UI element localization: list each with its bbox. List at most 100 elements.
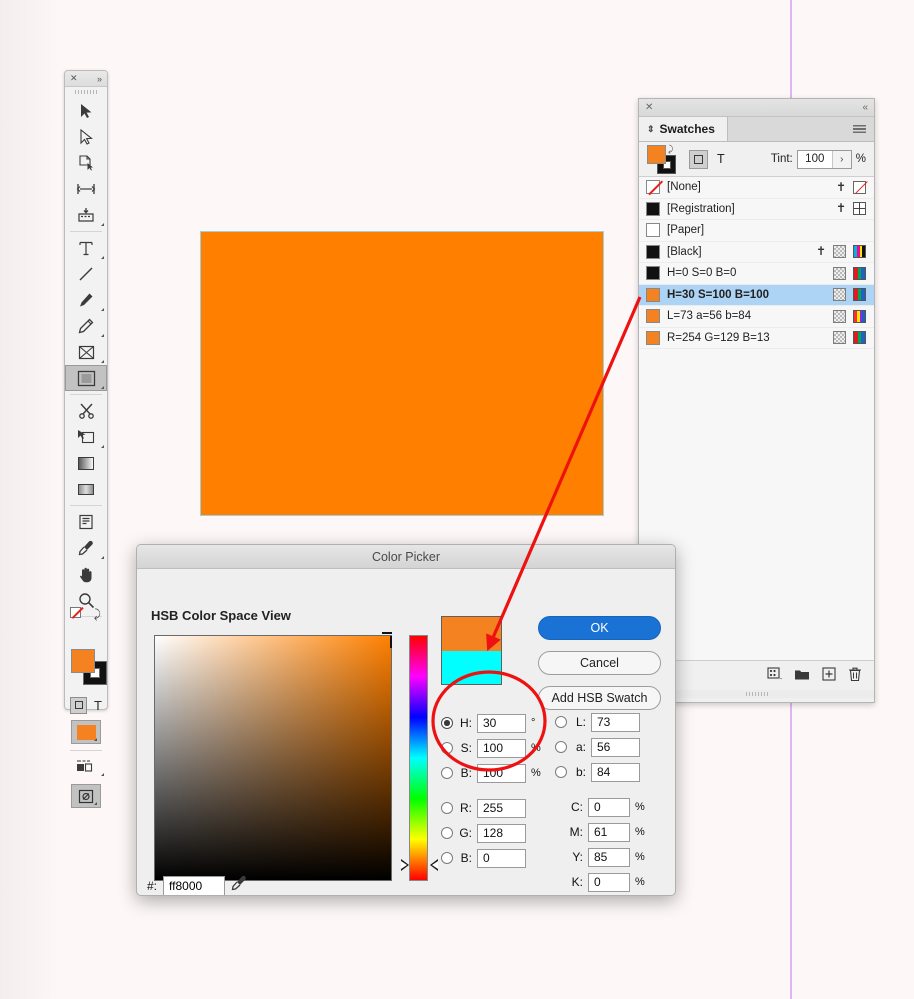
tool-flyout-arrow[interactable] <box>94 802 97 805</box>
page-tool[interactable] <box>65 150 107 176</box>
tool-flyout-arrow[interactable] <box>101 223 104 226</box>
color-field-input[interactable]: 100 <box>477 763 526 783</box>
tool-flyout-arrow[interactable] <box>101 773 104 776</box>
color-preview[interactable] <box>441 616 502 685</box>
hue-slider-handle-right[interactable] <box>430 859 438 871</box>
color-field-row[interactable]: C: 0% <box>569 797 645 817</box>
pin-icon[interactable]: ✝ <box>816 245 826 258</box>
collapse-icon[interactable]: « <box>862 102 868 113</box>
color-field-input[interactable]: 73 <box>591 712 640 732</box>
close-icon[interactable]: ✕ <box>645 102 653 113</box>
fill-color-swatch[interactable] <box>71 649 95 673</box>
color-field-input[interactable]: 30 <box>477 713 526 733</box>
swatch-row[interactable]: [None] ✝ <box>639 177 874 199</box>
color-field-row[interactable]: B: 100% <box>441 763 541 783</box>
apply-color-button[interactable] <box>71 720 101 744</box>
type-tool[interactable] <box>65 235 107 261</box>
color-field-row[interactable]: a: 56 <box>555 737 645 757</box>
tool-flyout-arrow[interactable] <box>101 308 104 311</box>
swap-fill-stroke-icon[interactable]: ⤸ <box>94 607 101 622</box>
apply-color-row[interactable] <box>65 720 107 744</box>
color-field-row[interactable]: b: 84 <box>555 762 645 782</box>
tools-panel-header[interactable]: ✕ » <box>65 71 107 87</box>
gap-tool[interactable] <box>65 176 107 202</box>
tint-control[interactable]: Tint: 100 › % <box>771 149 866 169</box>
formatting-affects-text-icon[interactable]: T <box>94 698 102 713</box>
swatches-panel-tabbar[interactable]: ⇕ Swatches <box>639 117 874 142</box>
ok-button[interactable]: OK <box>538 616 661 640</box>
color-field-input[interactable]: 100 <box>477 738 526 758</box>
direct-selection-tool[interactable] <box>65 124 107 150</box>
pin-icon[interactable]: ✝ <box>836 180 846 194</box>
swatch-row[interactable]: R=254 G=129 B=13 <box>639 328 874 349</box>
swatch-color-chip[interactable] <box>646 287 660 302</box>
swatch-color-chip[interactable] <box>646 223 660 238</box>
sv-field-cursor[interactable] <box>382 632 392 648</box>
color-mode-radio[interactable] <box>441 802 453 814</box>
swatch-row[interactable]: [Paper] <box>639 220 874 242</box>
tint-tile-icon[interactable] <box>833 331 846 345</box>
note-tool[interactable] <box>65 509 107 535</box>
color-field-input[interactable]: 56 <box>591 737 640 757</box>
free-transform-tool[interactable] <box>65 424 107 450</box>
color-field-input[interactable]: 255 <box>477 798 526 818</box>
new-swatch-icon[interactable] <box>822 667 836 684</box>
view-mode-normal-button[interactable] <box>65 754 107 778</box>
tools-panel[interactable]: ✕ » ⤸ T <box>64 70 109 808</box>
tool-flyout-arrow[interactable] <box>101 256 104 259</box>
swatch-color-chip[interactable] <box>646 180 660 195</box>
color-field-row[interactable]: Y: 85% <box>569 847 645 867</box>
rgb-icon[interactable] <box>853 331 866 345</box>
color-field-row[interactable]: M: 61% <box>569 822 645 842</box>
rgb-icon[interactable] <box>853 288 866 302</box>
expand-collapse-icon[interactable]: » <box>97 74 102 84</box>
hand-tool[interactable] <box>65 561 107 587</box>
rectangle-tool[interactable] <box>65 365 107 391</box>
formatting-affects-row[interactable]: T <box>65 693 107 717</box>
color-field-row[interactable]: R: 255 <box>441 798 531 818</box>
tint-input[interactable]: 100 › <box>796 149 852 169</box>
close-icon[interactable]: ✕ <box>70 73 78 84</box>
swatches-toolbar[interactable]: ⤸ T Tint: 100 › % <box>639 142 874 177</box>
formatting-affects-container-icon[interactable] <box>689 149 708 169</box>
color-field-input[interactable]: 0 <box>588 797 630 817</box>
pencil-tool[interactable] <box>65 313 107 339</box>
swatch-row[interactable]: H=0 S=0 B=0 <box>639 263 874 285</box>
color-field-row[interactable]: G: 128 <box>441 823 531 843</box>
hex-row[interactable]: #: ff8000 <box>147 875 247 895</box>
tool-flyout-arrow[interactable] <box>101 445 104 448</box>
swatches-panel-titlebar[interactable]: ✕ « <box>639 99 874 117</box>
gradient-feather-tool[interactable] <box>65 476 107 502</box>
color-field-row[interactable]: H: 30 ° <box>441 713 535 733</box>
swatch-color-chip[interactable] <box>646 244 660 259</box>
swatch-color-chip[interactable] <box>646 330 660 345</box>
rgb-icon[interactable] <box>853 266 866 280</box>
color-mode-radio[interactable] <box>441 852 453 864</box>
none-icon[interactable] <box>853 180 866 194</box>
swatch-color-chip[interactable] <box>646 266 660 281</box>
tool-flyout-arrow[interactable] <box>101 556 104 559</box>
formatting-affects-container-icon[interactable] <box>70 696 88 714</box>
color-picker-titlebar[interactable]: Color Picker <box>137 545 675 569</box>
swatch-row[interactable]: H=30 S=100 B=100 <box>639 284 874 306</box>
lab-icon[interactable] <box>853 309 866 323</box>
swatch-row[interactable]: [Registration] ✝ <box>639 199 874 220</box>
color-field-row[interactable]: S: 100% <box>441 738 541 758</box>
pin-icon[interactable]: ✝ <box>836 202 846 215</box>
swatch-row[interactable]: [Black] ✝ <box>639 242 874 263</box>
swatch-color-chip[interactable] <box>646 309 660 324</box>
apply-color-flyout-arrow[interactable] <box>94 738 97 741</box>
tool-flyout-arrow[interactable] <box>101 334 104 337</box>
color-field-input[interactable]: 84 <box>591 762 640 782</box>
swap-fill-stroke-icon[interactable]: ⤸ <box>668 144 673 155</box>
cmyk-icon[interactable] <box>853 245 866 259</box>
color-mode-radio[interactable] <box>555 716 567 728</box>
color-field-input[interactable]: 0 <box>588 872 630 892</box>
line-tool[interactable] <box>65 261 107 287</box>
scissors-tool[interactable] <box>65 398 107 424</box>
tint-tile-icon[interactable] <box>833 309 846 323</box>
color-mode-radio[interactable] <box>441 717 453 729</box>
show-swatch-groups-icon[interactable] <box>767 667 782 684</box>
fill-stroke-proxy[interactable] <box>65 647 109 693</box>
tab-swatches[interactable]: ⇕ Swatches <box>639 117 728 141</box>
